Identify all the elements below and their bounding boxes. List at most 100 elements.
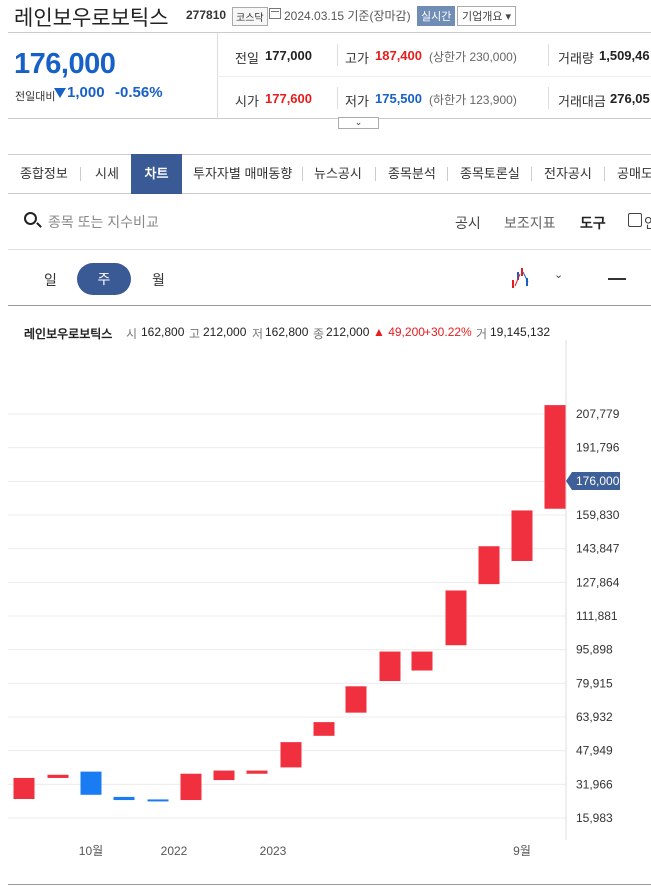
tab-discussion[interactable]: 종목토론실: [460, 154, 520, 194]
stock-name: 레인보우로보틱스: [14, 7, 169, 30]
print-button-label[interactable]: 인: [644, 213, 651, 233]
change-amount: 1,000: [67, 84, 105, 101]
candle: [180, 773, 202, 801]
high-value: 187,400: [375, 48, 422, 63]
y-tick-label: 111,881: [576, 609, 618, 623]
y-tick-label: 79,915: [576, 676, 613, 690]
divider: [337, 87, 338, 109]
candle: [13, 777, 35, 800]
divider: [8, 249, 651, 250]
realtime-button[interactable]: 실시간: [417, 6, 456, 26]
tab-overview[interactable]: 종합정보: [20, 154, 68, 194]
divider: [8, 884, 651, 885]
search-icon[interactable]: [24, 212, 37, 225]
amount-value: 276,05: [610, 91, 650, 106]
open-label: 시가: [235, 94, 259, 109]
ohlc-low: 162,800: [265, 325, 309, 339]
candle: [147, 799, 169, 802]
prev-close-label: 전일: [235, 51, 259, 66]
y-tick-label: 31,966: [576, 777, 613, 791]
divider: [548, 44, 549, 66]
current-price: 176,000: [14, 48, 116, 80]
volume-value: 1,509,46: [599, 48, 650, 63]
high-label: 고가: [345, 51, 369, 66]
divider: [604, 167, 605, 181]
prev-close-value: 177,000: [265, 48, 312, 63]
change-rate: -0.56%: [115, 84, 163, 101]
y-tick-label: 191,796: [576, 441, 620, 455]
indicator-button[interactable]: 보조지표: [504, 213, 556, 233]
candle: [478, 546, 500, 585]
y-tick-label: 95,898: [576, 643, 613, 657]
calendar-icon: [269, 8, 281, 19]
period-day[interactable]: 일: [44, 270, 57, 290]
divider: [217, 76, 651, 77]
volume-label: 거래량: [558, 51, 594, 66]
compare-search-input[interactable]: 종목 또는 지수비교: [48, 212, 159, 232]
x-tick-label: 9월: [513, 844, 531, 858]
upper-limit: (상한가 230,000): [429, 50, 517, 64]
candle: [246, 770, 268, 774]
tab-investor-trading[interactable]: 투자자별 매매동향: [193, 154, 292, 194]
lower-limit: (하한가 123,900): [429, 93, 517, 107]
candle: [544, 405, 566, 509]
tools-button[interactable]: 도구: [580, 213, 606, 233]
ohlc-volume: 19,145,132: [490, 325, 551, 339]
market-badge: 코스닥: [232, 7, 268, 26]
divider: [548, 87, 549, 109]
y-tick-label: 63,932: [576, 710, 613, 724]
candle: [313, 722, 335, 736]
print-icon[interactable]: [628, 213, 642, 227]
open-value: 177,600: [265, 91, 312, 106]
divider: [447, 167, 448, 181]
divider: [302, 167, 303, 181]
base-date: 2024.03.15 기준(장마감): [284, 9, 411, 23]
y-tick-label: 15,983: [576, 811, 613, 825]
amount-label: 거래대금: [558, 94, 606, 109]
divider: [80, 167, 81, 181]
divider: [375, 167, 376, 181]
tab-chart[interactable]: 차트: [131, 154, 182, 194]
divider: [337, 44, 338, 66]
period-month[interactable]: 월: [152, 270, 165, 290]
x-tick-label: 2023: [260, 844, 287, 858]
candle-chart-icon[interactable]: [508, 266, 532, 288]
tab-news[interactable]: 뉴스공시: [314, 154, 362, 194]
current-price-label: 176,000: [576, 474, 620, 488]
x-tick-label: 2022: [161, 844, 188, 858]
ohlc-open: 162,800: [141, 325, 185, 339]
ohlc-rate: +30.22%: [424, 325, 472, 339]
y-tick-label: 207,779: [576, 407, 620, 421]
candle: [379, 651, 401, 682]
y-tick-label: 47,949: [576, 744, 613, 758]
tab-disclosure[interactable]: 전자공시: [544, 154, 592, 194]
ohlc-change: ▲ 49,200: [373, 325, 425, 339]
line-draw-icon[interactable]: [608, 278, 626, 280]
tab-quotes[interactable]: 시세: [95, 154, 119, 194]
divider: [8, 305, 651, 306]
candle: [511, 510, 533, 561]
tab-short-selling[interactable]: 공매도: [617, 154, 651, 194]
low-value: 175,500: [375, 91, 422, 106]
stock-code: 277810: [186, 8, 227, 22]
candle: [47, 774, 69, 778]
tab-analysis[interactable]: 종목분석: [388, 154, 436, 194]
chevron-down-icon[interactable]: ⌄: [554, 268, 563, 281]
company-info-button[interactable]: 기업개요 ▾: [457, 6, 517, 26]
down-arrow-icon: [54, 88, 66, 98]
candle: [411, 651, 433, 671]
disclosure-button[interactable]: 공시: [455, 213, 481, 233]
candle: [445, 590, 467, 646]
change-label: 전일대비: [15, 91, 56, 103]
y-tick-label: 159,830: [576, 508, 620, 522]
candlestick-chart[interactable]: 207,779 191,796 159,830 143,847 127,864 111,8…: [0, 340, 651, 870]
ohlc-high: 212,000: [203, 325, 247, 339]
candle: [113, 796, 135, 801]
period-week[interactable]: 주: [77, 263, 131, 295]
ohlc-close: 212,000: [326, 325, 370, 339]
candle: [213, 770, 235, 781]
candle: [80, 771, 102, 795]
collapse-chevron-icon[interactable]: ⌄: [338, 117, 379, 129]
x-tick-label: 10월: [79, 844, 103, 858]
divider: [531, 167, 532, 181]
